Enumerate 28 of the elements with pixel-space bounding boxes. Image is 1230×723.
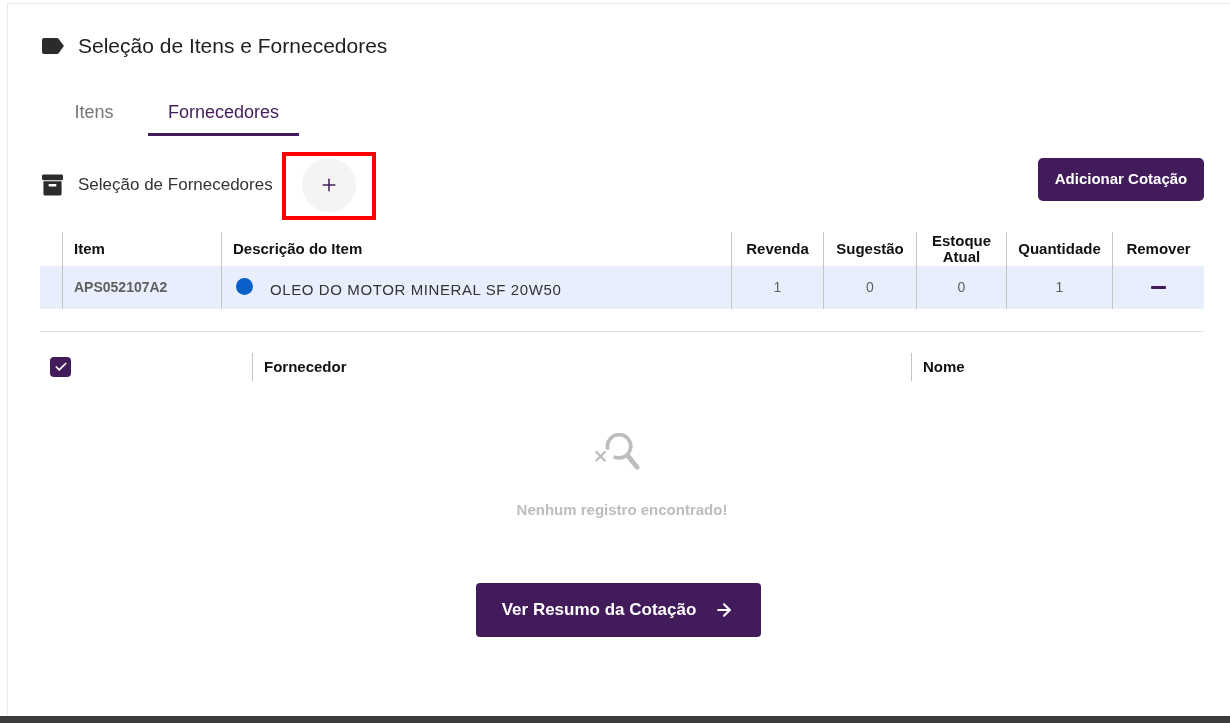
minus-icon [1151,286,1166,289]
table-cell-text: APS052107A2 [74,278,168,297]
section-title: Seleção de Fornecedores [78,174,273,197]
column-header: Remover [1126,241,1191,257]
column-header: Fornecedor [264,356,347,377]
table-cell-text: 0 [957,278,966,297]
archive-icon [42,174,63,196]
column-header: Estoque Atual [930,233,993,265]
tab[interactable]: Fornecedores [148,88,300,136]
tab[interactable]: Itens [52,88,136,136]
empty-message: Nenhum registro encontrado! [516,500,728,520]
table-cell-text: 1 [773,278,782,297]
select-all-checkbox[interactable] [50,357,71,377]
add-quote-button[interactable]: Adicionar Cotação [1038,158,1204,201]
table-cell-text: OLEO DO MOTOR MINERAL SF 20W50 [270,280,562,301]
column-header: Item [74,241,105,257]
summary-button[interactable]: Ver Resumo da Cotação [475,582,761,637]
column-header: Quantidade [1018,241,1101,257]
column-header: Descrição do Item [233,241,363,257]
table-cell-text: 0 [866,278,874,297]
check-icon [53,360,68,374]
column-header: Sugestão [836,241,904,257]
column-header: Revenda [746,241,809,257]
table-cell-text: 1 [1055,278,1064,297]
column-header: Nome [923,356,965,377]
tag-icon [42,38,64,54]
search-no-results-icon [594,433,640,470]
page-title: Seleção de Itens e Fornecedores [78,33,388,60]
